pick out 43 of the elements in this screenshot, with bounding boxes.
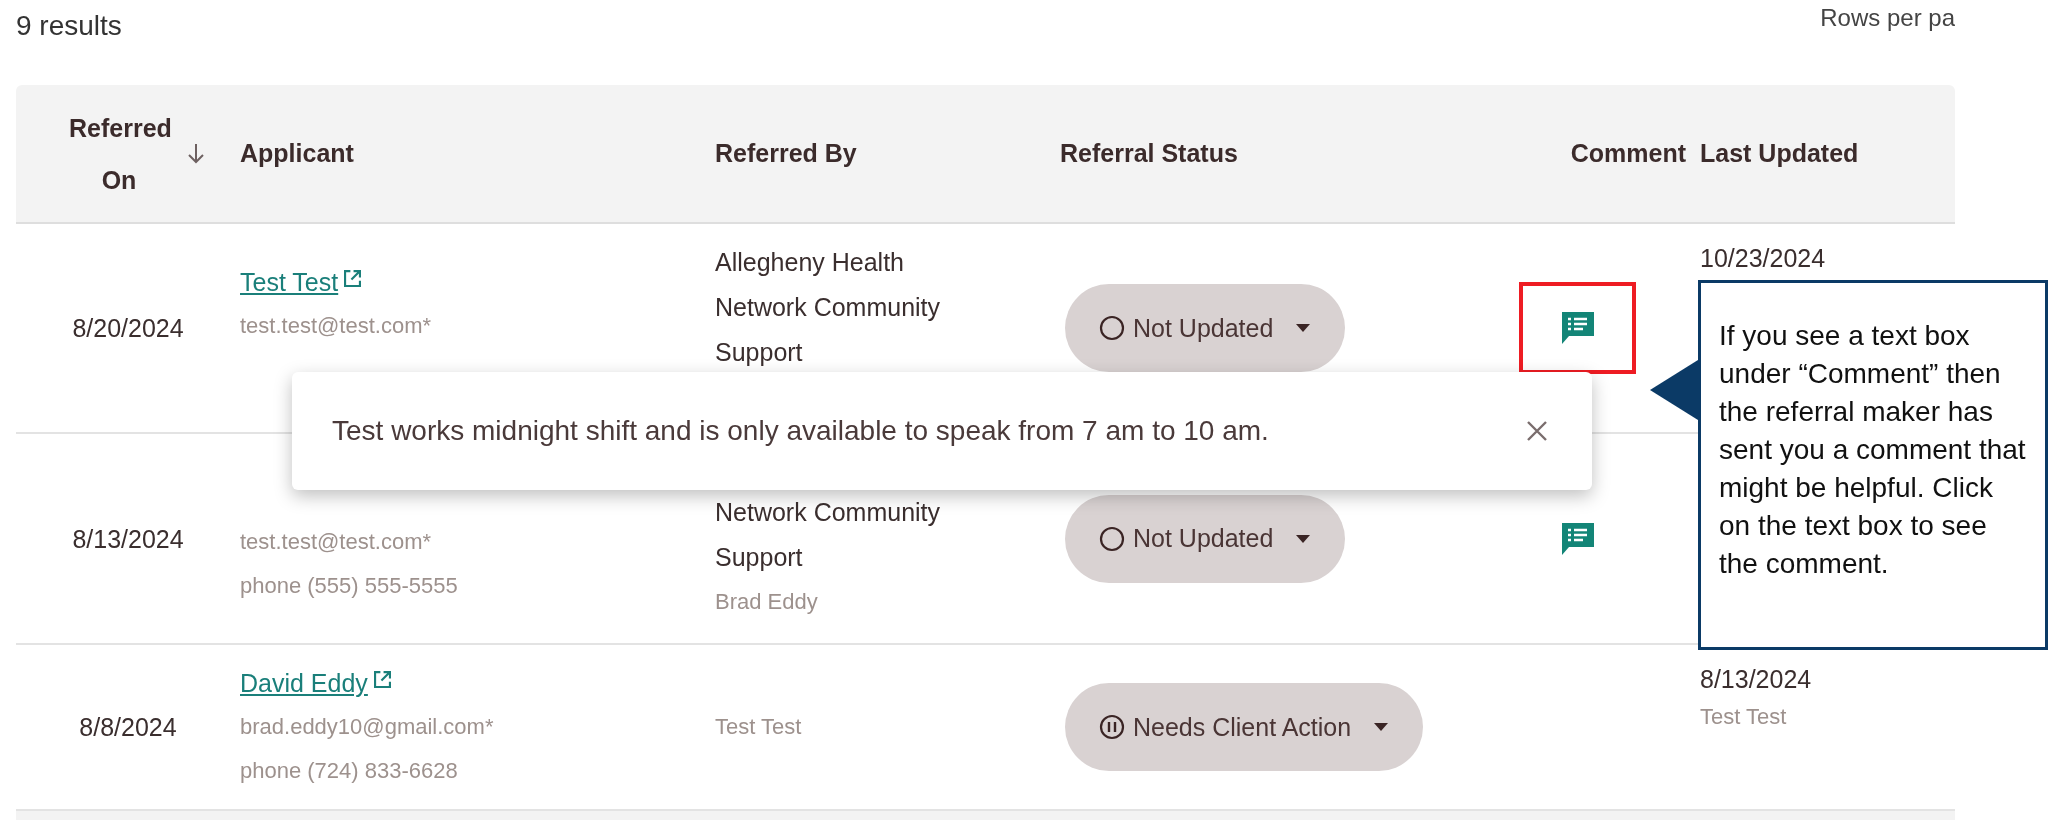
external-link-icon [373, 670, 391, 688]
email-text: test.test@test.com* [240, 312, 432, 340]
applicant-link[interactable]: David Eddy [240, 668, 368, 698]
circle-icon [1099, 525, 1125, 552]
pause-icon [1099, 714, 1125, 740]
caret-icon [1295, 533, 1312, 544]
updated-date: 10/23/2024 [1700, 243, 1826, 274]
results-count: 9 results [16, 10, 122, 43]
table-cell-text: 8/20/2024 [72, 313, 184, 344]
status-dropdown[interactable]: Not Updated [1065, 284, 1346, 372]
close-icon [1526, 420, 1548, 442]
sort-arrow-icon[interactable] [187, 141, 205, 166]
column-header[interactable]: Applicant [240, 139, 354, 168]
table-cell-text: 8/13/2024 [72, 523, 184, 555]
pointer-arrow-icon [1650, 360, 1698, 420]
column-header[interactable]: Last Updated [1700, 139, 1859, 168]
comment-text: Test works midnight shift and is only available to speak from 7 am to 10 am. [332, 415, 1269, 447]
updated-by: Test Test [1700, 703, 1787, 731]
organization-text: Network Community Support [715, 497, 942, 573]
column-header[interactable]: Referral Status [1060, 139, 1238, 168]
caret-icon [1373, 722, 1390, 732]
caret-icon [1295, 323, 1312, 333]
rows-per-page-label: Rows per pa [1820, 4, 1955, 33]
annotation-callout: If you see a text box under “Comment” then the referral maker has sent you a comment that might be helpful. Click on the text box to see the comment. [1698, 280, 2048, 650]
applicant-link[interactable]: Test Test [240, 267, 339, 297]
phone-text: phone (555) 555-5555 [240, 572, 458, 600]
column-header[interactable]: Referred By [715, 139, 857, 168]
status-dropdown[interactable]: Needs Client Action [1065, 683, 1424, 771]
external-link-icon [344, 269, 362, 287]
email-text: test.test@test.com* [240, 528, 432, 556]
referrer-name: Brad Eddy [715, 588, 818, 616]
column-header[interactable]: Referred On [69, 101, 169, 206]
circle-icon [1099, 315, 1125, 341]
comment-icon[interactable] [1559, 520, 1596, 557]
status-dropdown[interactable]: Not Updated [1065, 494, 1346, 583]
phone-text: phone (724) 833-6628 [240, 757, 458, 785]
organization-text: Allegheny Health Network Community Support [715, 247, 942, 368]
email-text: brad.eddy10@gmail.com* [240, 713, 494, 741]
table-cell-text: 8/8/2024 [79, 712, 177, 743]
comment-icon[interactable] [1559, 310, 1596, 346]
referrer-name: Test Test [715, 713, 802, 741]
updated-date: 8/13/2024 [1700, 664, 1812, 695]
column-header[interactable]: Comment [1570, 139, 1686, 168]
